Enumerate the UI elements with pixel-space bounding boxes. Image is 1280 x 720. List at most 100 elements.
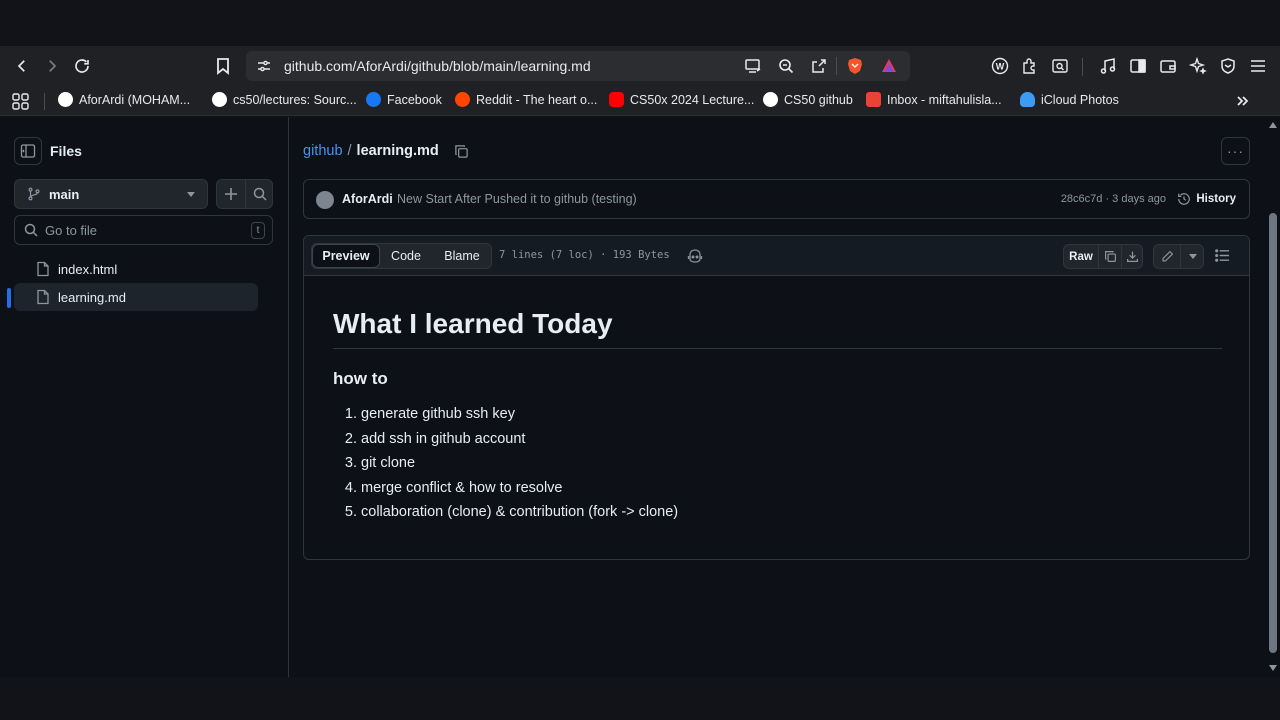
menu-icon[interactable] [1246,54,1270,78]
more-options-button[interactable]: ··· [1221,137,1250,165]
bookmark-icon[interactable] [211,54,235,78]
edit-options-button[interactable] [1181,245,1204,268]
copy-icon [1104,251,1116,262]
download-button[interactable] [1122,245,1143,268]
add-search-group [216,179,273,209]
markdown-ordered-list: generate github ssh key add ssh in githu… [333,406,1222,520]
bookmark-item[interactable]: CS50 github [763,92,853,107]
bookmark-label: CS50x 2024 Lecture... [630,92,755,107]
copilot-icon[interactable] [687,248,703,269]
edit-button[interactable] [1154,245,1180,268]
history-icon [1178,193,1191,205]
wallet-icon[interactable] [1156,54,1180,78]
gmail-icon [866,92,881,107]
screenshot-icon[interactable] [1048,54,1072,78]
divider [836,57,837,75]
sidebar-collapse-icon [20,144,36,158]
bookmark-label: iCloud Photos [1041,92,1119,107]
address-bar[interactable]: github.com/AforArdi/github/blob/main/lea… [246,51,910,81]
github-page: Files main Go to file t index.html learn… [0,117,1266,677]
extensions-icon[interactable] [1018,54,1042,78]
file-name: learning.md [58,289,126,305]
markdown-heading-3: how to [333,369,388,388]
collapse-sidebar-button[interactable] [14,137,42,165]
markdown-heading-1: What I learned Today [333,308,1222,349]
screen-top-area [0,0,1280,46]
repo-link[interactable]: github [303,143,343,159]
caret-down-icon [1188,254,1197,259]
back-icon[interactable] [10,54,34,78]
commit-author[interactable]: AforArdi [342,192,393,206]
breadcrumb: github / learning.md [303,143,469,159]
sidebar-toggle-icon[interactable] [1126,54,1150,78]
bookmark-item[interactable]: Inbox - miftahulisla... [866,92,1002,107]
wallet-w-icon[interactable]: W [988,54,1012,78]
bookmark-item[interactable]: cs50/lectures: Sourc... [212,92,357,107]
file-name: index.html [58,261,118,277]
zoom-icon[interactable] [778,58,794,79]
raw-copy-download-group: Raw [1063,244,1143,269]
scroll-thumb[interactable] [1269,213,1277,653]
shortcut-badge: t [251,222,265,239]
file-icon [37,289,49,305]
page-scrollbar[interactable] [1266,117,1280,677]
github-icon [763,92,778,107]
reload-icon[interactable] [70,54,94,78]
scroll-down-icon[interactable] [1269,665,1277,671]
scroll-up-icon[interactable] [1269,122,1277,128]
raw-button[interactable]: Raw [1064,245,1098,268]
go-to-file-placeholder: Go to file [45,222,98,238]
github-icon [212,92,227,107]
tab-blame[interactable]: Blame [432,244,492,268]
site-settings-icon[interactable] [256,58,272,79]
history-label: History [1196,193,1236,205]
url-text[interactable]: github.com/AforArdi/github/blob/main/lea… [284,58,591,74]
commit-meta[interactable]: 28c6c7d · 3 days ago [1061,193,1166,205]
facebook-icon [366,92,381,107]
divider [44,93,45,110]
bookmark-label: Inbox - miftahulisla... [887,92,1002,107]
music-icon[interactable] [1096,54,1120,78]
breadcrumb-separator: / [347,143,352,159]
forward-icon[interactable] [40,54,64,78]
bookmark-item[interactable]: Facebook [366,92,442,107]
icloud-icon [1020,92,1035,107]
avatar[interactable] [316,191,334,209]
leo-ai-icon[interactable] [1186,54,1210,78]
tab-preview[interactable]: Preview [312,244,380,268]
history-button[interactable]: History [1177,192,1236,206]
share-icon[interactable] [811,58,827,79]
brave-rewards-icon[interactable] [880,57,898,80]
svg-text:W: W [996,62,1005,72]
branch-selector[interactable]: main [14,179,208,209]
bookmark-label: AforArdi (MOHAM... [79,92,191,107]
bookmark-label: CS50 github [784,92,853,107]
view-switcher: Preview Code Blame [311,243,492,269]
plus-icon [225,188,237,200]
tab-code[interactable]: Code [380,244,432,268]
copy-raw-button[interactable] [1099,245,1121,268]
commit-message[interactable]: New Start After Pushed it to github (tes… [397,192,637,206]
bookmark-item[interactable]: CS50x 2024 Lecture... [609,92,754,107]
branch-name: main [49,186,80,202]
vpn-shield-icon[interactable] [1216,54,1240,78]
apps-grid-icon[interactable] [12,93,29,115]
more-bookmarks-icon[interactable] [1236,93,1250,114]
bookmark-item[interactable]: AforArdi (MOHAM... [58,92,190,107]
cast-icon[interactable] [744,58,762,79]
file-tree-item[interactable]: index.html [14,255,258,283]
copy-path-icon[interactable] [454,144,469,159]
search-code-button[interactable] [246,180,273,208]
outline-list-icon[interactable] [1215,248,1230,268]
go-to-file-input[interactable]: Go to file t [14,215,273,245]
github-icon [58,92,73,107]
file-tree-item-selected[interactable]: learning.md [14,283,258,311]
add-file-button[interactable] [217,180,245,208]
bookmark-label: Facebook [387,92,442,107]
file-icon [37,261,49,277]
brave-shields-icon[interactable] [846,57,864,80]
bookmark-item[interactable]: iCloud Photos [1020,92,1119,107]
file-view: github / learning.md ··· AforArdi New St… [289,117,1266,677]
search-icon [24,223,38,237]
bookmark-item[interactable]: Reddit - The heart o... [455,92,597,107]
